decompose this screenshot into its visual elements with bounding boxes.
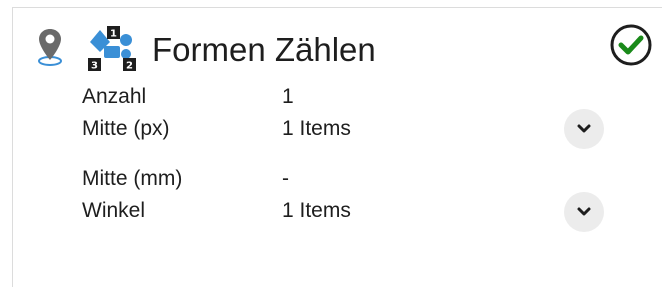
- expand-mitte-px-button[interactable]: [564, 109, 604, 149]
- shapes-icon-number-2: 2: [126, 61, 133, 72]
- row-value-mitte-px: 1 Items: [282, 117, 351, 140]
- shapes-icon-number-3: 3: [91, 61, 98, 72]
- check-circle-icon: [610, 24, 652, 66]
- row-value-mitte-mm: -: [282, 167, 289, 190]
- shapes-icon-number-1: 1: [110, 29, 117, 40]
- chevron-down-icon: [577, 124, 591, 133]
- row-label-mitte-mm: Mitte (mm): [82, 167, 183, 190]
- expand-winkel-button[interactable]: [564, 192, 604, 232]
- row-value-winkel: 1 Items: [282, 199, 351, 222]
- chevron-down-icon: [577, 207, 591, 216]
- location-pin-icon: [38, 29, 62, 66]
- row-label-mitte-px: Mitte (px): [82, 117, 170, 140]
- card-title: Formen Zählen: [152, 31, 376, 68]
- count-shapes-icon: 1 2 3: [88, 26, 136, 72]
- row-label-anzahl: Anzahl: [82, 85, 147, 108]
- row-label-winkel: Winkel: [82, 199, 146, 222]
- row-value-anzahl: 1: [282, 85, 294, 108]
